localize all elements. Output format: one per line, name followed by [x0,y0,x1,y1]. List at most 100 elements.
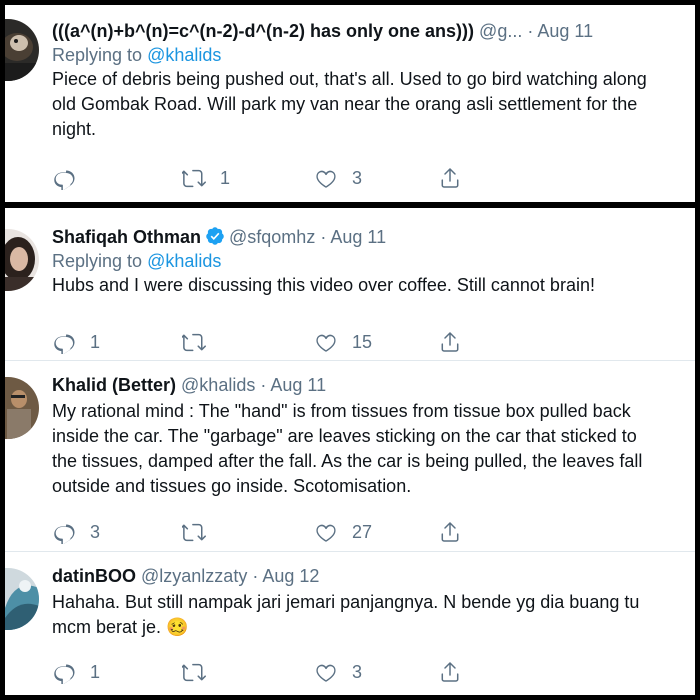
like-button[interactable]: 27 [314,520,372,544]
retweet-count: 1 [220,167,231,188]
tweet-panel-bottom: Shafiqah Othman @sfqomhz · Aug 11 Replyi… [5,208,695,695]
retweet-button[interactable]: 1 [182,166,230,190]
reply-button[interactable]: 1 [52,660,100,684]
reply-button[interactable]: 1 [52,330,100,354]
reply-count: 1 [90,661,101,682]
avatar[interactable] [5,377,39,439]
display-name[interactable]: Khalid (Better) [52,375,176,395]
tweet-divider [5,551,695,552]
tweet-text-line: Hubs and I were discussing this video ov… [52,275,595,295]
tweet-actions: 1 15 [52,330,472,354]
avatar[interactable] [5,19,39,81]
tweet-actions: 1 3 [52,660,472,684]
tweet-actions: 1 3 [52,166,472,190]
display-name[interactable]: Shafiqah Othman [52,227,201,247]
reply-icon [52,330,76,354]
tweet-text-line: My rational mind : The "hand" is from ti… [52,401,631,421]
like-icon [314,520,338,544]
tweet-panel-top: (((a^(n)+b^(n)=c^(n-2)-d^(n-2) has only … [5,5,695,202]
avatar[interactable] [5,229,39,291]
header-separator: · [320,227,327,247]
tweet-header: Khalid (Better) @khalids · Aug 11 [52,373,687,397]
tweet-header: (((a^(n)+b^(n)=c^(n-2)-d^(n-2) has only … [52,19,687,43]
tweet-text-line: mcm berat je. 🥴 [52,617,189,637]
tweet-body: (((a^(n)+b^(n)=c^(n-2)-d^(n-2) has only … [52,19,687,142]
verified-badge-icon [206,227,224,245]
tweet-text: Hahaha. But still nampak jari jemari pan… [52,590,687,640]
tweet-text-line: the tissues, damped after the fall. As t… [52,451,643,471]
tweet-text-line: night. [52,119,97,139]
share-button[interactable] [438,660,462,684]
retweet-icon [182,330,206,354]
reply-icon [52,166,76,190]
tweet-text-line: inside the car. The "garbage" are leaves… [52,426,637,446]
tweet-divider [5,360,695,361]
tweet-text: Piece of debris being pushed out, that's… [52,67,687,142]
user-handle[interactable]: @lzyanlzzaty [141,566,247,586]
tweet-text-line: Hahaha. But still nampak jari jemari pan… [52,592,640,612]
tweet-body: Shafiqah Othman @sfqomhz · Aug 11 Replyi… [52,225,687,298]
reply-mention-link[interactable]: @khalids [147,45,221,65]
tweet-text: My rational mind : The "hand" is from ti… [52,399,687,499]
like-icon [314,330,338,354]
like-button[interactable]: 3 [314,166,362,190]
like-icon [314,166,338,190]
tweet-date[interactable]: Aug 12 [262,566,319,586]
tweet-body: datinBOO @lzyanlzzaty · Aug 12 Hahaha. B… [52,564,687,640]
tweet-text: Hubs and I were discussing this video ov… [52,273,687,298]
header-separator: · [260,375,267,395]
reply-button[interactable]: 3 [52,520,100,544]
reply-count: 3 [90,521,101,542]
tweet-body: Khalid (Better) @khalids · Aug 11 My rat… [52,373,687,499]
retweet-icon [182,520,206,544]
retweet-button[interactable] [182,520,220,544]
retweet-button[interactable] [182,330,220,354]
like-count: 27 [352,521,373,542]
retweet-icon [182,660,206,684]
retweet-button[interactable] [182,660,220,684]
like-count: 15 [352,331,373,352]
tweet-header: datinBOO @lzyanlzzaty · Aug 12 [52,564,687,588]
tweet-text-line: Piece of debris being pushed out, that's… [52,69,647,89]
like-count: 3 [352,167,363,188]
share-button[interactable] [438,166,462,190]
share-button[interactable] [438,520,462,544]
user-handle[interactable]: @g... [479,21,522,41]
tweet[interactable]: datinBOO @lzyanlzzaty · Aug 12 Hahaha. B… [5,564,695,692]
tweet-text-line: old Gombak Road. Will park my van near t… [52,94,638,114]
header-separator: · [527,21,534,41]
replying-to: Replying to @khalids [52,43,687,67]
share-icon [438,520,462,544]
tweet[interactable]: Khalid (Better) @khalids · Aug 11 My rat… [5,373,695,548]
share-icon [438,166,462,190]
replying-to: Replying to @khalids [52,249,687,273]
tweet[interactable]: Shafiqah Othman @sfqomhz · Aug 11 Replyi… [5,225,695,357]
tweet-date[interactable]: Aug 11 [537,21,593,41]
header-separator: · [252,566,259,586]
share-icon [438,330,462,354]
user-handle[interactable]: @sfqomhz [229,227,315,247]
tweet-date[interactable]: Aug 11 [270,375,326,395]
share-icon [438,660,462,684]
share-button[interactable] [438,330,462,354]
retweet-icon [182,166,206,190]
tweet-text-line: outside and tissues go inside. Scotomisa… [52,476,412,496]
like-count: 3 [352,661,363,682]
reply-mention-link[interactable]: @khalids [147,251,221,271]
display-name[interactable]: datinBOO [52,566,136,586]
like-button[interactable]: 3 [314,660,362,684]
avatar[interactable] [5,568,39,630]
tweet[interactable]: (((a^(n)+b^(n)=c^(n-2)-d^(n-2) has only … [5,19,695,199]
user-handle[interactable]: @khalids [181,375,255,395]
display-name[interactable]: (((a^(n)+b^(n)=c^(n-2)-d^(n-2) has only … [52,21,474,41]
reply-icon [52,660,76,684]
like-icon [314,660,338,684]
reply-icon [52,520,76,544]
tweet-actions: 3 27 [52,520,472,544]
reply-button[interactable] [52,166,90,190]
tweet-date[interactable]: Aug 11 [330,227,386,247]
reply-count: 1 [90,331,101,352]
tweet-header: Shafiqah Othman @sfqomhz · Aug 11 [52,225,687,249]
replying-to-label: Replying to [52,45,143,65]
like-button[interactable]: 15 [314,330,372,354]
